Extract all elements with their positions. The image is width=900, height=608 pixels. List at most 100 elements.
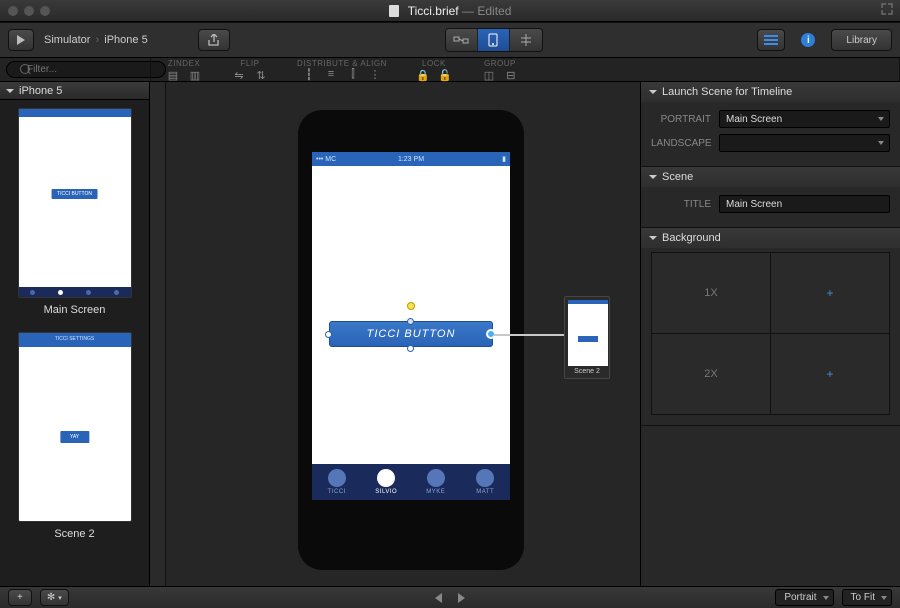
tab-silvio[interactable]: SILVIO [362,464,412,500]
caret-down-icon [823,596,829,600]
unlock-icon[interactable]: 🔓 [437,68,453,82]
window-title: Ticci.brief — Edited [389,4,512,18]
distribute-v-icon[interactable]: ⋮ [367,67,383,81]
bring-forward-icon[interactable]: ▤ [165,68,181,82]
resize-handle-s[interactable] [407,345,414,352]
add-button[interactable]: + [8,589,32,606]
library-button[interactable]: Library [831,29,892,51]
filter-input[interactable] [6,61,166,78]
view-connections-icon[interactable] [446,29,478,51]
view-device-icon[interactable] [478,29,510,51]
fullscreen-icon[interactable] [880,2,894,19]
linked-scene-label: Scene 2 [568,366,606,375]
scene-thumb-2[interactable]: TICCI SETTINGS YAY Scene 2 [8,332,141,540]
sidebar-header[interactable]: iPhone 5 [0,82,149,100]
next-button[interactable] [458,593,465,603]
filename: Ticci.brief [408,4,459,18]
bg-1x-add[interactable]: + [771,253,889,333]
share-button[interactable] [198,29,230,51]
section-header-background[interactable]: Background [641,228,900,248]
scene-label: Main Screen [8,304,141,316]
chevron-down-icon [649,236,657,240]
landscape-select[interactable] [719,134,890,152]
title-label: TITLE [651,199,719,210]
library-label: Library [846,35,877,46]
device-label: iPhone 5 [104,34,147,46]
bg-2x-label: 2X [652,334,770,414]
align-v-icon[interactable]: ⫿ [345,67,361,81]
tab-myke[interactable]: MYKE [411,464,461,500]
ungroup-icon[interactable]: ⊟ [503,68,519,82]
info-button[interactable]: i [795,29,821,51]
tab-ticci[interactable]: TICCI [312,464,362,500]
resize-handle-w[interactable] [325,331,332,338]
device-frame: ••• MC 1:23 PM ▮ TICCI BUTTON TICCI SILV… [298,110,524,570]
device-screen[interactable]: ••• MC 1:23 PM ▮ TICCI BUTTON TICCI SILV… [312,152,510,500]
caret-down-icon [881,596,887,600]
edited-status: — Edited [462,4,511,18]
info-icon: i [801,33,815,47]
scene-thumb-main[interactable]: TICCI BUTTON Main Screen [8,108,141,316]
view-align-icon[interactable] [510,29,542,51]
group-icon[interactable]: ◫ [481,68,497,82]
bottom-bar: + ✻▾ Portrait To Fit [0,586,900,608]
lock-controls: LOCK 🔒 🔓 [409,57,459,82]
tab-matt[interactable]: MATT [461,464,511,500]
inspector-background-section: Background 1X + 2X + [641,228,900,426]
caret-down-icon [878,141,884,145]
window-titlebar: Ticci.brief — Edited [0,0,900,22]
plus-icon: + [17,592,23,603]
linked-scene-preview[interactable]: Scene 2 [564,296,610,379]
body: iPhone 5 TICCI BUTTON Main Screen TICCI … [0,82,900,590]
ruler-vertical [150,82,166,590]
section-header-launch[interactable]: Launch Scene for Timeline [641,82,900,102]
prev-button[interactable] [435,593,442,603]
orientation-select[interactable]: Portrait [775,589,833,606]
play-button[interactable] [8,29,34,51]
flip-horizontal-icon[interactable]: ⇋ [231,68,247,82]
device-breadcrumb[interactable]: Simulator › iPhone 5 [44,34,148,46]
document-icon [389,5,399,17]
close-icon[interactable] [8,6,18,16]
timeline-menu-button[interactable] [757,29,785,51]
gear-icon: ✻ [47,592,55,603]
pager [435,593,465,603]
group-controls: GROUP ◫ ⊟ [475,57,525,82]
plus-icon: + [826,286,833,300]
status-time: 1:23 PM [312,156,510,163]
align-controls: DISTRIBUTE & ALIGN ┇ ≡ ⫿ ⋮ [291,58,393,81]
canvas[interactable]: ••• MC 1:23 PM ▮ TICCI BUTTON TICCI SILV… [150,82,640,590]
send-backward-icon[interactable]: ▥ [187,68,203,82]
landscape-label: LANDSCAPE [651,138,719,149]
portrait-select[interactable]: Main Screen [719,110,890,128]
inspector-launch-section: Launch Scene for Timeline PORTRAIT Main … [641,82,900,167]
align-h-icon[interactable]: ≡ [323,67,339,81]
play-icon [17,35,25,45]
flip-vertical-icon[interactable]: ⇅ [253,68,269,82]
resize-handle-n[interactable] [407,318,414,325]
settings-menu-button[interactable]: ✻▾ [40,589,69,606]
sidebar-device-label: iPhone 5 [19,85,62,97]
chevron-down-icon [6,89,14,93]
button-label: TICCI BUTTON [367,328,456,340]
secondary-toolbar: ZINDEX ▤ ▥ FLIP ⇋ ⇅ DISTRIBUTE & ALIGN ┇… [0,58,900,82]
bg-2x-add[interactable]: + [771,334,889,414]
bg-1x-label: 1X [652,253,770,333]
zindex-controls: ZINDEX ▤ ▥ [159,57,209,82]
minimize-icon[interactable] [24,6,34,16]
background-grid: 1X + 2X + [651,252,890,415]
zoom-icon[interactable] [40,6,50,16]
scene-list: TICCI BUTTON Main Screen TICCI SETTINGS … [0,100,149,590]
view-mode-segmented[interactable] [445,28,543,52]
rotate-handle[interactable] [407,302,415,310]
traffic-lights[interactable] [8,6,50,16]
tab-bar: TICCI SILVIO MYKE MATT [312,464,510,500]
chevron-down-icon [649,175,657,179]
section-header-scene[interactable]: Scene [641,167,900,187]
inspector: Launch Scene for Timeline PORTRAIT Main … [640,82,900,590]
lock-icon[interactable]: 🔒 [415,68,431,82]
zoom-select[interactable]: To Fit [842,589,892,606]
title-input[interactable]: Main Screen [719,195,890,213]
distribute-h-icon[interactable]: ┇ [301,67,317,81]
thumb-button: YAY [60,431,89,443]
